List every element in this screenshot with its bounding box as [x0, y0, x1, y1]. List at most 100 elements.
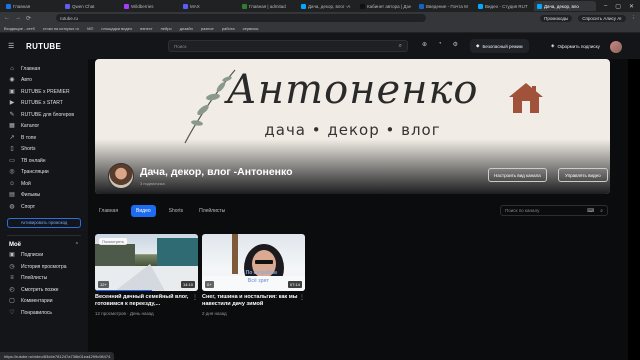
- video-duration: 07:14: [287, 281, 302, 288]
- manage-videos-button[interactable]: Управлять видео: [558, 168, 608, 182]
- ask-alice-button[interactable]: Спросить Алису AI: [578, 14, 626, 22]
- settings-icon[interactable]: ⚙: [453, 41, 458, 48]
- subscriber-count: 3 подписчика: [140, 181, 165, 186]
- sidebar-item[interactable]: ◎ Трансляции: [0, 167, 88, 179]
- channel-tab[interactable]: Главная: [96, 206, 121, 216]
- favicon-icon: [301, 3, 306, 9]
- sidebar-item[interactable]: ≡ Плейлисты: [0, 273, 88, 285]
- bookmark-item[interactable]: стоки на которых го: [43, 26, 79, 31]
- video-card[interactable]: По сугробам Всё зрят 0+ 07:14 Снег, тиши…: [202, 234, 305, 316]
- url-field[interactable]: rutube.ru: [56, 14, 427, 22]
- activate-promo-button[interactable]: Активировать промокод: [7, 217, 81, 228]
- customize-channel-button[interactable]: Настроить вид канала: [488, 168, 547, 182]
- bookmark-item[interactable]: площадки видео: [101, 26, 132, 31]
- channel-avatar[interactable]: [108, 163, 134, 189]
- safe-mode-button[interactable]: ◆ Безопасный режим: [470, 39, 529, 53]
- close-icon[interactable]: ✕: [629, 3, 634, 10]
- sidebar-section-my[interactable]: Моё ⌃: [0, 240, 88, 250]
- bookmark-item[interactable]: сервисы: [243, 26, 259, 31]
- forward-icon[interactable]: →: [15, 15, 21, 21]
- more-options-icon[interactable]: ⋮: [192, 294, 198, 301]
- sidebar-item[interactable]: ☺ Мой: [0, 178, 88, 190]
- upload-icon[interactable]: ⊕: [422, 41, 427, 48]
- maximize-icon[interactable]: ▢: [615, 3, 621, 10]
- sidebar-item[interactable]: ▣ RUTUBE x PREMIER: [0, 86, 88, 98]
- video-meta: 12 просмотров · День назад: [95, 311, 154, 316]
- shield-icon: ◆: [476, 43, 480, 48]
- sidebar-item[interactable]: ✎ RUTUBE для блогеров: [0, 109, 88, 121]
- reload-icon[interactable]: ⟳: [26, 15, 31, 22]
- browser-tab[interactable]: Qwen Chat: [62, 1, 118, 11]
- car-icon: ◉: [9, 77, 15, 84]
- browser-tab[interactable]: Главная | admitad: [239, 1, 295, 11]
- minimize-icon[interactable]: –: [604, 3, 607, 10]
- channel-tab[interactable]: Видео: [131, 205, 156, 217]
- sidebar-item[interactable]: ◷ История просмотра: [0, 261, 88, 273]
- sidebar-item[interactable]: ▣ Подписки: [0, 250, 88, 262]
- promo-codes-button[interactable]: Промокоды: [540, 14, 573, 22]
- sidebar-item-label: Спорт: [21, 203, 36, 210]
- back-icon[interactable]: ←: [4, 15, 10, 21]
- watch-progress-fill: [95, 289, 152, 291]
- browser-tab[interactable]: Главная: [3, 1, 59, 11]
- search-icon[interactable]: ⌕: [399, 43, 402, 50]
- browser-tab[interactable]: Дача, декор, влог -А: [298, 1, 354, 11]
- sidebar-item[interactable]: ◴ Смотреть позже: [0, 284, 88, 296]
- bookmarks-bar: Входящие - сетб стоки на которых го МП площ…: [0, 24, 640, 33]
- browser-tab[interactable]: MAX: [180, 1, 236, 11]
- browser-tab-label: Дача, декор, вло: [544, 3, 579, 9]
- rutube-logo[interactable]: RUTUBE: [26, 42, 61, 51]
- bookmark-item[interactable]: нейро: [161, 26, 172, 31]
- sidebar: ⌂ Главная ◉ Авто ▣ RUTUBE x PREMIER ▶ RUTUBE x …: [0, 59, 88, 360]
- video-thumbnail[interactable]: Посмотреть 12+ 14:10: [95, 234, 198, 291]
- sidebar-item[interactable]: ▢ Комментарии: [0, 296, 88, 308]
- bookmark-item[interactable]: работа: [222, 26, 235, 31]
- user-avatar[interactable]: [610, 41, 622, 53]
- sidebar-item[interactable]: ▯ Shorts: [0, 144, 88, 156]
- video-title[interactable]: Весенний дачный семейный влог, готовимся…: [95, 294, 191, 308]
- search-icon[interactable]: ⌕: [600, 208, 603, 214]
- browser-tab-label: Введение - Почта М: [426, 3, 468, 9]
- video-thumbnail[interactable]: По сугробам Всё зрят 0+ 07:14: [202, 234, 305, 291]
- sidebar-item[interactable]: ▭ ТВ онлайн: [0, 155, 88, 167]
- bookmark-item[interactable]: МП: [87, 26, 93, 31]
- browser-tab[interactable]: Кабинет автора | Дзе: [357, 1, 413, 11]
- bookmark-item[interactable]: дизайн: [180, 26, 193, 31]
- browser-tab[interactable]: Дача, декор, вло: [534, 1, 596, 11]
- channel-tab[interactable]: Плейлисты: [196, 206, 228, 216]
- channel-tabs: Главная Видео Shorts Плейлисты: [96, 205, 228, 217]
- sidebar-item[interactable]: ↗ В топе: [0, 132, 88, 144]
- sidebar-item[interactable]: ▤ Фильмы: [0, 190, 88, 202]
- search-input[interactable]: Поиск ⌕: [168, 40, 408, 52]
- sidebar-item[interactable]: ◍ Спорт: [0, 201, 88, 213]
- channel-search-input[interactable]: Поиск по каналу ⌨ ⌕: [500, 205, 608, 216]
- bookmark-item[interactable]: Входящие - сетб: [4, 26, 35, 31]
- bookmark-item[interactable]: вэнест: [140, 26, 152, 31]
- sidebar-item[interactable]: ♡ Понравилось: [0, 307, 88, 319]
- more-options-icon[interactable]: ⋮: [299, 294, 305, 301]
- subscribe-button[interactable]: ◈ Оформить подписку: [545, 39, 606, 53]
- sidebar-item[interactable]: ▶ RUTUBE x START: [0, 98, 88, 110]
- sidebar-item-label: Понравилось: [21, 309, 53, 316]
- bookmark-item[interactable]: разное: [201, 26, 214, 31]
- video-card[interactable]: Посмотреть 12+ 14:10 Весенний дачный сем…: [95, 234, 198, 316]
- menu-dots-icon[interactable]: ⋮: [632, 15, 637, 21]
- watch-later-icon: ◴: [9, 286, 15, 293]
- browser-tab-label: Wildberries: [131, 3, 154, 9]
- hamburger-menu-icon[interactable]: ☰: [8, 42, 18, 50]
- status-bar: https://rutube.ru/video/83d4e781247a736b…: [0, 352, 115, 360]
- keyboard-icon[interactable]: ⌨: [587, 208, 594, 214]
- watch-later-badge[interactable]: Посмотреть: [99, 238, 128, 245]
- browser-tab[interactable]: Введение - Почта М: [416, 1, 472, 11]
- channel-tab[interactable]: Shorts: [166, 206, 186, 216]
- browser-tab[interactable]: Видео - Студия RUT: [475, 1, 531, 11]
- sidebar-item[interactable]: ⌂ Главная: [0, 63, 88, 75]
- sidebar-item-label: В топе: [21, 134, 37, 141]
- banner-subtitle: дача • декор • влог: [264, 121, 441, 139]
- notifications-icon[interactable]: ◔: [438, 41, 442, 48]
- video-title[interactable]: Снег, тишина и ностальгия: как мы навест…: [202, 294, 298, 308]
- browser-tab[interactable]: Wildberries: [121, 1, 177, 11]
- sidebar-item[interactable]: ◉ Авто: [0, 75, 88, 87]
- browser-tab-label: Дача, декор, влог -А: [308, 3, 351, 9]
- sidebar-item[interactable]: ▦ Каталог: [0, 121, 88, 133]
